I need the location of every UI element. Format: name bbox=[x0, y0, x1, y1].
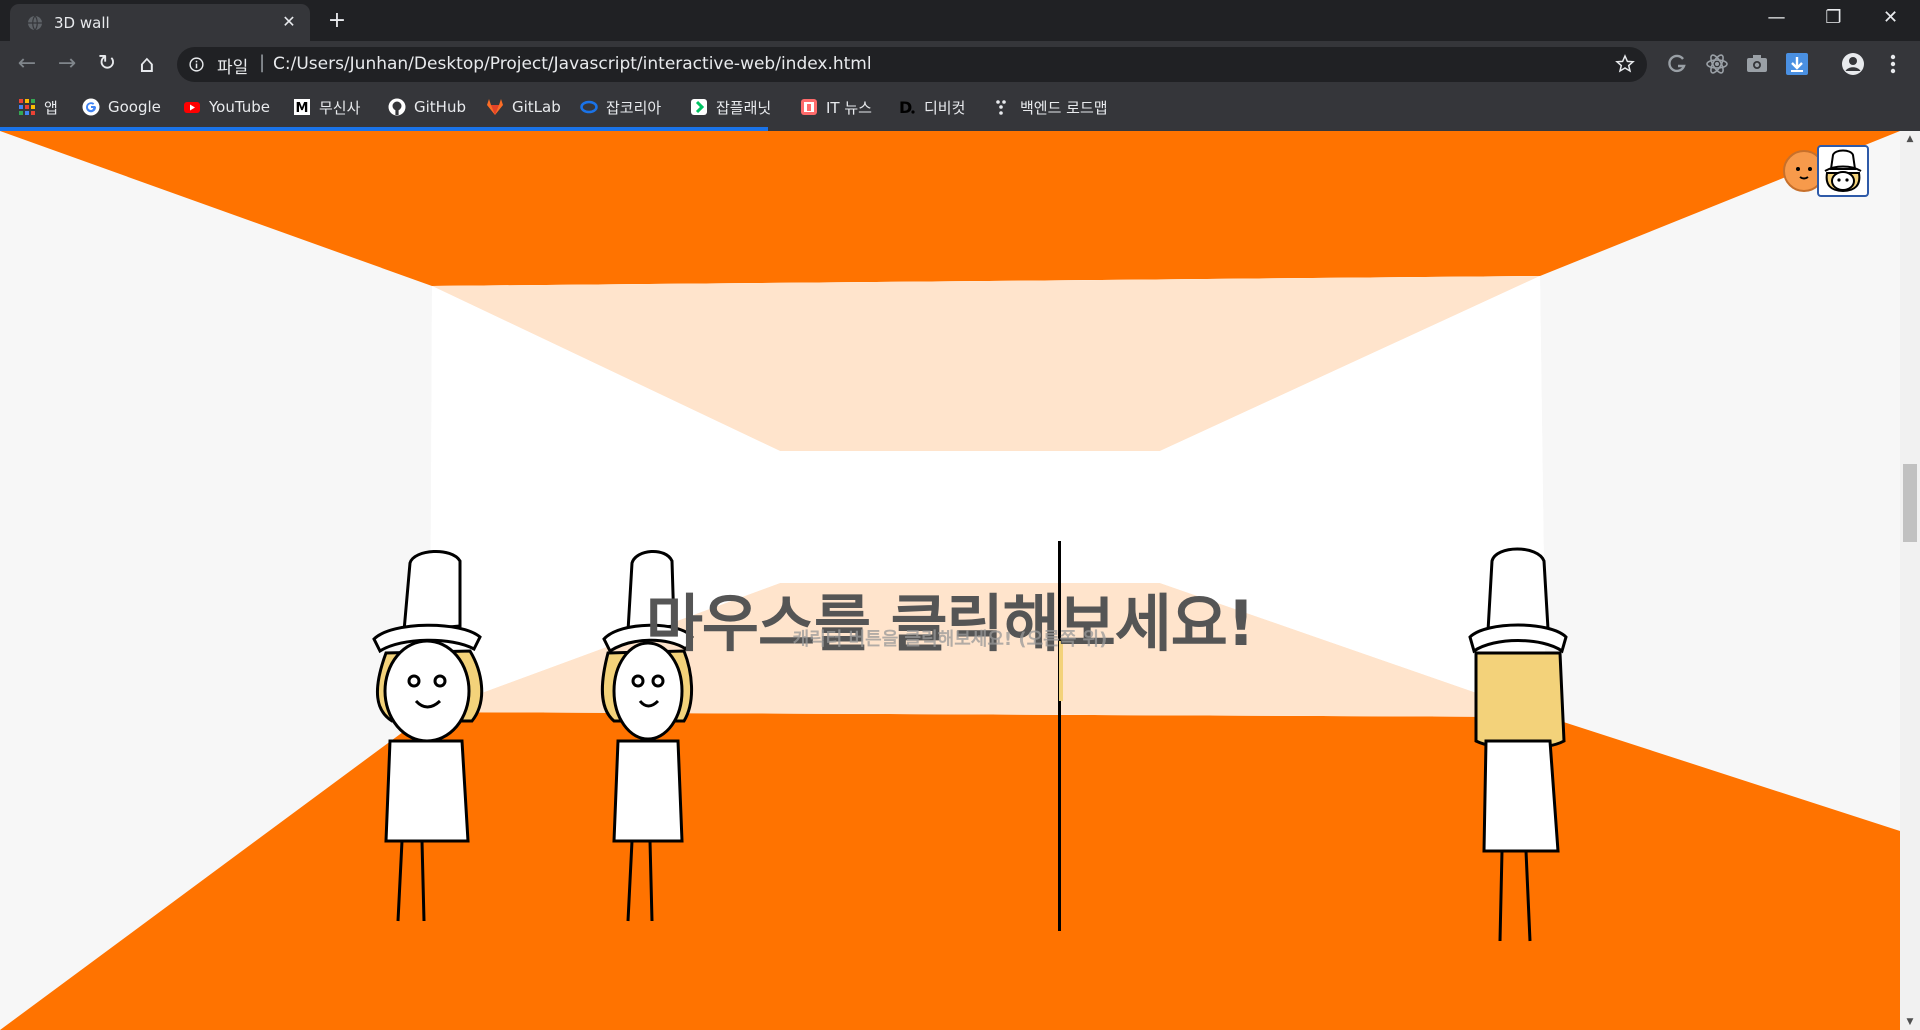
scheme-label: 파일 bbox=[217, 58, 249, 78]
apps-grid-icon bbox=[19, 99, 35, 115]
bookmark-label: 잡플래닛 bbox=[716, 98, 772, 117]
bookmark-label: 무신사 bbox=[319, 98, 361, 117]
bookmark-label: 앱 bbox=[44, 98, 58, 117]
bookmark-youtube[interactable]: YouTube bbox=[183, 96, 270, 118]
bookmark-label: IT 뉴스 bbox=[826, 98, 872, 117]
svg-text:D: D bbox=[899, 98, 912, 116]
github-icon bbox=[388, 98, 406, 116]
active-tab[interactable]: 3D wall ✕ bbox=[10, 4, 310, 41]
close-tab-icon[interactable]: ✕ bbox=[278, 11, 300, 33]
bookmark-backend-roadmap[interactable]: 백엔드 로드맵 bbox=[994, 96, 1108, 118]
camera-icon[interactable] bbox=[1744, 51, 1770, 77]
bookmark-label: GitLab bbox=[512, 98, 561, 116]
info-icon[interactable] bbox=[189, 57, 204, 72]
bookmark-musinsa[interactable]: M 무신사 bbox=[293, 96, 360, 118]
bookmark-dbcut[interactable]: D 디비컷 bbox=[898, 96, 965, 118]
bookmark-label: YouTube bbox=[209, 98, 270, 116]
scroll-down-arrow[interactable]: ▼ bbox=[1900, 1014, 1920, 1030]
home-button[interactable]: ⌂ bbox=[131, 48, 163, 80]
url-text[interactable]: C:/Users/Junhan/Desktop/Project/Javascri… bbox=[273, 54, 872, 74]
back-button[interactable]: ← bbox=[11, 48, 43, 80]
browser-toolbar: ← → ↻ ⌂ 파일 | C:/Users/Junhan/Desktop/Pro… bbox=[0, 41, 1920, 88]
tab-title: 3D wall bbox=[54, 14, 110, 32]
bookmark-gitlab[interactable]: GitLab bbox=[486, 96, 561, 118]
bookmark-jobkorea[interactable]: 잡코리아 bbox=[580, 96, 661, 118]
grammarly-icon[interactable] bbox=[1664, 51, 1690, 77]
profile-icon[interactable] bbox=[1840, 51, 1866, 77]
close-window-button[interactable]: ✕ bbox=[1862, 0, 1919, 38]
react-devtools-icon[interactable] bbox=[1704, 51, 1730, 77]
bookmark-it-news[interactable]: IT 뉴스 bbox=[800, 96, 872, 118]
restore-button[interactable]: ❐ bbox=[1805, 0, 1862, 38]
bookmarks-bar: 앱 Google YouTube M 무신사 GitHub GitLab 잡코리… bbox=[0, 88, 1920, 127]
bookmark-star-icon[interactable] bbox=[1615, 54, 1635, 74]
minimize-button[interactable]: — bbox=[1748, 0, 1805, 38]
it-news-icon bbox=[801, 99, 817, 115]
bookmark-label: 잡코리아 bbox=[606, 98, 662, 117]
forward-button[interactable]: → bbox=[51, 48, 83, 80]
scroll-thumb[interactable] bbox=[1903, 464, 1917, 542]
download-icon[interactable] bbox=[1784, 51, 1810, 77]
reload-button[interactable]: ↻ bbox=[91, 48, 123, 80]
bookmark-google[interactable]: Google bbox=[82, 96, 161, 118]
new-tab-button[interactable]: + bbox=[322, 6, 352, 36]
jobkorea-icon bbox=[580, 100, 598, 114]
inner-wall-center bbox=[780, 451, 1160, 583]
dbcut-icon: D bbox=[899, 98, 915, 116]
bookmark-jobplanet[interactable]: 잡플래닛 bbox=[690, 96, 771, 118]
url-separator: | bbox=[259, 52, 266, 73]
google-icon bbox=[82, 98, 100, 116]
menu-dots-icon[interactable] bbox=[1880, 51, 1906, 77]
gitlab-icon bbox=[487, 99, 503, 115]
page-viewport[interactable]: 마우스를 클릭해보세요! 캐릭터 버튼을 클릭해보세요! (오른쪽 위) bbox=[0, 131, 1900, 1030]
roadmap-icon bbox=[996, 100, 1006, 115]
bookmark-label: Google bbox=[108, 98, 161, 116]
bookmark-label: 백엔드 로드맵 bbox=[1020, 98, 1108, 117]
globe-icon bbox=[28, 15, 42, 31]
svg-text:M: M bbox=[296, 101, 309, 116]
bookmark-label: 디비컷 bbox=[924, 98, 966, 117]
bookmark-label: GitHub bbox=[414, 98, 466, 116]
musinsa-icon: M bbox=[294, 99, 310, 116]
bookmark-github[interactable]: GitHub bbox=[388, 96, 466, 118]
youtube-icon bbox=[184, 102, 200, 113]
vertical-scrollbar[interactable]: ▲ ▼ bbox=[1900, 131, 1920, 1030]
bookmark-apps[interactable]: 앱 bbox=[18, 96, 58, 118]
address-bar[interactable]: 파일 | C:/Users/Junhan/Desktop/Project/Jav… bbox=[177, 47, 1647, 82]
page-subline: 캐릭터 버튼을 클릭해보세요! (오른쪽 위) bbox=[792, 629, 1108, 650]
jobplanet-icon bbox=[691, 99, 707, 115]
tab-strip: 3D wall ✕ + — ❐ ✕ bbox=[0, 0, 1920, 41]
scroll-up-arrow[interactable]: ▲ bbox=[1900, 131, 1920, 147]
bucket-hat-character-button[interactable] bbox=[1817, 145, 1869, 197]
